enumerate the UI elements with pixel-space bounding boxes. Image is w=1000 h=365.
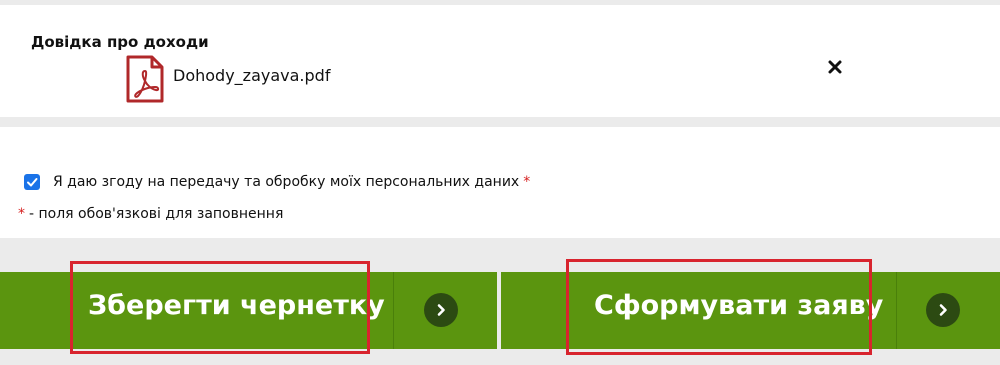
consent-label[interactable]: Я даю згоду на передачу та обробку моїх … xyxy=(53,174,519,190)
consent-row: Я даю згоду на передачу та обробку моїх … xyxy=(24,171,530,193)
section-divider xyxy=(0,117,1000,127)
checkmark-icon xyxy=(27,178,38,187)
required-asterisk: * xyxy=(523,174,531,190)
required-fields-note: * - поля обов'язкові для заповнення xyxy=(18,206,283,222)
submit-application-label: Сформувати заяву xyxy=(594,290,884,321)
button-divider xyxy=(896,272,897,349)
required-note-text: - поля обов'язкові для заповнення xyxy=(29,206,284,222)
attachment-title: Довідка про доходи xyxy=(31,33,209,51)
button-divider xyxy=(393,272,394,349)
required-asterisk: * xyxy=(18,206,25,222)
attached-file-name[interactable]: Dohody_zayava.pdf xyxy=(173,66,330,85)
submit-application-button[interactable]: Сформувати заяву xyxy=(501,272,1000,349)
pdf-file-icon xyxy=(126,55,164,103)
save-draft-button[interactable]: Зберегти чернетку xyxy=(0,272,497,349)
chevron-right-icon[interactable] xyxy=(424,293,458,327)
close-icon[interactable] xyxy=(826,58,844,76)
consent-checkbox[interactable] xyxy=(24,174,40,190)
chevron-right-icon[interactable] xyxy=(926,293,960,327)
save-draft-label: Зберегти чернетку xyxy=(88,290,385,321)
